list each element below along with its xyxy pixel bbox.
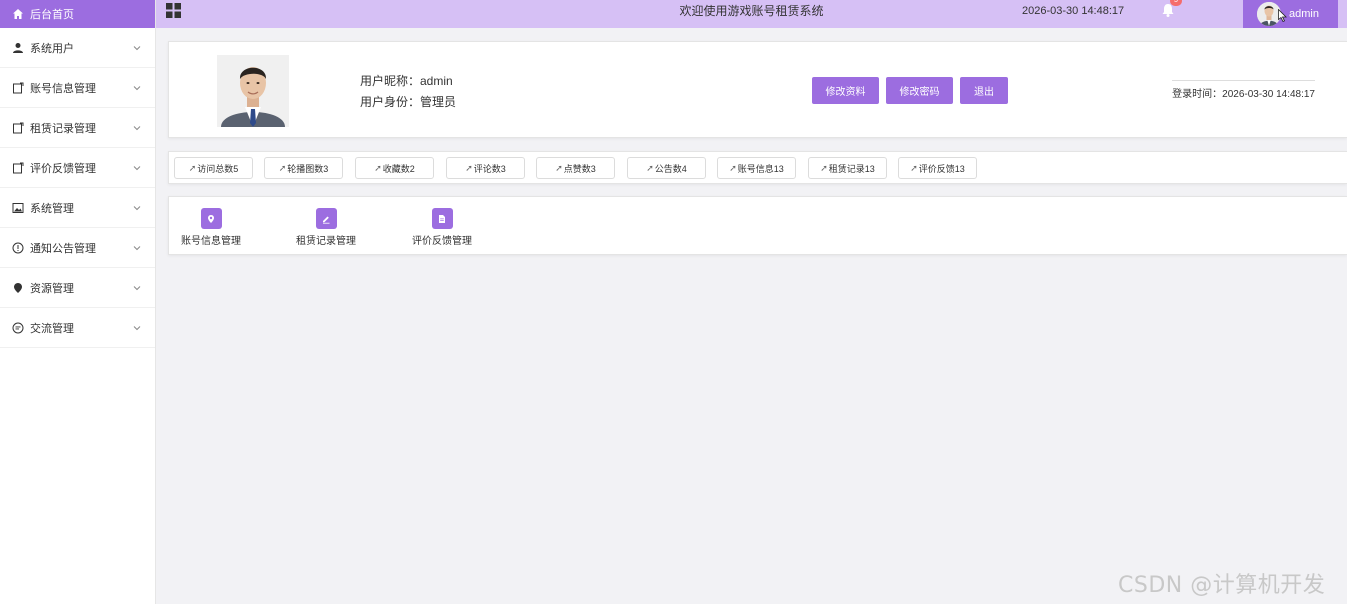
stat-label: 评论数3 (473, 163, 506, 174)
sidebar-item-system-management[interactable]: 系统管理 (0, 188, 155, 228)
stat-likes[interactable]: ➚ 点赞数3 (536, 157, 615, 179)
sidebar-home-label: 后台首页 (30, 9, 74, 21)
stat-label: 账号信息13 (737, 163, 784, 174)
chevron-down-icon (133, 325, 141, 330)
quick-links-card: 账号信息管理 租赁记录管理 评价反馈管理 (168, 196, 1347, 255)
sidebar-item-system-users[interactable]: 系统用户 (0, 28, 155, 68)
location-icon (200, 208, 222, 229)
stat-comments[interactable]: ➚ 评论数3 (446, 157, 525, 179)
edit-icon (315, 208, 337, 229)
send-icon: ➚ (910, 162, 918, 173)
stat-rental-records[interactable]: ➚ 租赁记录13 (808, 157, 887, 179)
send-icon: ➚ (465, 162, 473, 173)
change-password-button[interactable]: 修改密码 (886, 77, 953, 104)
nickname-line: 用户昵称：admin (360, 74, 453, 88)
quick-link-feedback[interactable]: 评价反馈管理 (407, 208, 477, 247)
sidebar-item-rental-records[interactable]: 租赁记录管理 (0, 108, 155, 148)
sidebar-item-label: 系统用户 (30, 42, 74, 55)
send-icon: ➚ (820, 162, 828, 173)
chevron-down-icon (133, 285, 141, 290)
stat-label: 访问总数5 (197, 163, 239, 174)
stat-banners[interactable]: ➚ 轮播图数3 (264, 157, 343, 179)
role-line: 用户身份：管理员 (360, 95, 457, 109)
watermark: CSDN @计算机开发 (1118, 573, 1326, 598)
stat-label: 评价反馈13 (918, 163, 965, 174)
stat-favorites[interactable]: ➚ 收藏数2 (355, 157, 434, 179)
chevron-down-icon (133, 165, 141, 170)
document-icon (431, 208, 453, 229)
sidebar-item-label: 交流管理 (30, 322, 74, 335)
stat-label: 轮播图数3 (287, 163, 329, 174)
doc-icon (13, 162, 24, 173)
stat-feedback[interactable]: ➚ 评价反馈13 (898, 157, 977, 179)
doc-icon (13, 82, 24, 93)
top-header: 欢迎使用游戏账号租赁系统 2026-03-30 14:48:17 5 admin (156, 0, 1347, 28)
info-icon (12, 242, 24, 253)
sidebar-item-feedback[interactable]: 评价反馈管理 (0, 148, 155, 188)
stats-card: ➚ 访问总数5 ➚ 轮播图数3 ➚ 收藏数2 ➚ 评论数3 ➚ 点赞数3 ➚ 公告数4 ➚ 账… (168, 151, 1347, 184)
quick-link-rental-records[interactable]: 租赁记录管理 (291, 208, 361, 247)
stat-label: 点赞数3 (563, 163, 596, 174)
sidebar-item-label: 账号信息管理 (30, 82, 96, 95)
stat-label: 租赁记录13 (828, 163, 875, 174)
sidebar: 后台首页 系统用户 账号信息管理 租赁记录管理 评价反馈管理 系统管理 通知公告… (0, 0, 156, 604)
stat-account-info[interactable]: ➚ 账号信息13 (717, 157, 796, 179)
chevron-down-icon (133, 85, 141, 90)
sidebar-item-label: 租赁记录管理 (30, 122, 96, 135)
doc-icon (13, 122, 24, 133)
quick-link-account-info[interactable]: 账号信息管理 (176, 208, 246, 247)
sidebar-item-account-info[interactable]: 账号信息管理 (0, 68, 155, 108)
sidebar-item-home[interactable]: 后台首页 (0, 0, 155, 28)
home-icon (13, 9, 23, 19)
image-icon (12, 202, 24, 213)
stat-notices[interactable]: ➚ 公告数4 (627, 157, 706, 179)
send-icon: ➚ (646, 162, 654, 173)
sidebar-item-label: 资源管理 (30, 282, 74, 295)
header-datetime: 2026-03-30 14:48:17 (1022, 5, 1125, 17)
send-icon: ➚ (729, 162, 737, 173)
quick-link-label: 评价反馈管理 (412, 236, 472, 247)
send-icon: ➚ (278, 162, 287, 173)
mouse-cursor-icon (1278, 9, 1287, 22)
sidebar-item-label: 通知公告管理 (30, 242, 96, 255)
sidebar-item-label: 评价反馈管理 (30, 162, 96, 175)
edit-profile-button[interactable]: 修改资料 (812, 77, 879, 104)
chevron-down-icon (133, 45, 141, 50)
send-icon: ➚ (555, 162, 563, 173)
stat-label: 收藏数2 (382, 163, 415, 174)
username: admin (1289, 8, 1319, 20)
chevron-down-icon (133, 245, 141, 250)
send-icon: ➚ (374, 162, 382, 173)
sidebar-item-notices[interactable]: 通知公告管理 (0, 228, 155, 268)
sidebar-item-label: 系统管理 (30, 202, 74, 215)
profile-card: 用户昵称：admin 用户身份：管理员 修改资料 修改密码 退出 登录时间：20… (168, 41, 1347, 138)
sidebar-item-communication[interactable]: 交流管理 (0, 308, 155, 348)
sidebar-item-resources[interactable]: 资源管理 (0, 268, 155, 308)
stat-label: 公告数4 (654, 163, 687, 174)
quick-link-label: 账号信息管理 (181, 236, 241, 247)
chat-icon (12, 322, 24, 333)
login-time: 登录时间：2026-03-30 14:48:17 (1172, 80, 1315, 100)
chevron-down-icon (133, 205, 141, 210)
profile-photo (217, 55, 289, 127)
stat-visits[interactable]: ➚ 访问总数5 (174, 157, 253, 179)
user-menu[interactable]: admin (1243, 0, 1338, 28)
send-icon: ➚ (188, 162, 197, 173)
pin-icon (14, 282, 22, 293)
chevron-down-icon (133, 125, 141, 130)
user-icon (13, 42, 23, 53)
logout-button[interactable]: 退出 (960, 77, 1008, 104)
quick-link-label: 租赁记录管理 (296, 236, 356, 247)
